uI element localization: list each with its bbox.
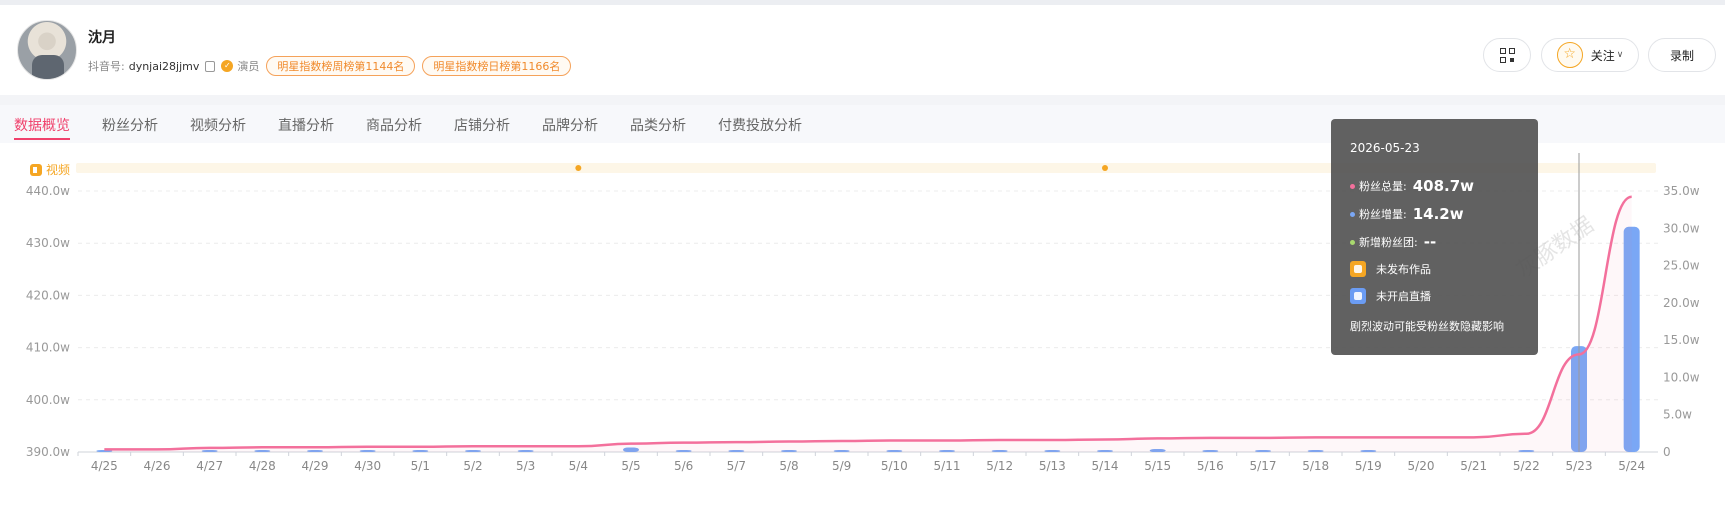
- x-tick-label: 4/27: [196, 459, 223, 473]
- tooltip-note: 剧烈波动可能受粉丝数隐藏影响: [1350, 320, 1504, 333]
- x-tick-label: 5/5: [621, 459, 640, 473]
- video-icon: [1350, 261, 1366, 277]
- y-left-tick-label: 410.0w: [26, 341, 70, 355]
- x-tick-label: 5/7: [727, 459, 746, 473]
- x-tick-label: 4/29: [302, 459, 329, 473]
- x-tick-label: 5/13: [1039, 459, 1066, 473]
- y-right-tick-label: 20.0w: [1663, 296, 1700, 310]
- x-tick-label: 5/3: [516, 459, 535, 473]
- x-tick-label: 5/1: [411, 459, 430, 473]
- x-tick-label: 5/9: [832, 459, 851, 473]
- tooltip-increase-row: 粉丝增量: 14.2w: [1350, 205, 1464, 223]
- x-tick-label: 5/12: [986, 459, 1013, 473]
- y-left-tick-label: 420.0w: [26, 288, 70, 302]
- x-tick-label: 5/2: [463, 459, 482, 473]
- x-tick-label: 5/11: [934, 459, 961, 473]
- y-left-tick-label: 440.0w: [26, 184, 70, 198]
- x-tick-label: 4/30: [354, 459, 381, 473]
- x-tick-label: 5/16: [1197, 459, 1224, 473]
- tooltip-no-live-row: 未开启直播: [1350, 288, 1431, 304]
- x-tick-label: 5/18: [1302, 459, 1329, 473]
- tooltip-club-value: --: [1423, 233, 1437, 251]
- y-left-tick-label: 400.0w: [26, 393, 70, 407]
- x-tick-label: 5/23: [1566, 459, 1593, 473]
- tooltip-total-row: 粉丝总量: 408.7w: [1350, 177, 1474, 195]
- chart-tooltip: 2026-05-23 粉丝总量: 408.7w 粉丝增量: 14.2w 新增粉丝…: [1331, 119, 1538, 355]
- y-right-tick-label: 10.0w: [1663, 370, 1700, 384]
- y-left-tick-label: 430.0w: [26, 236, 70, 250]
- total-dot: [1350, 183, 1355, 189]
- x-tick-label: 4/28: [249, 459, 276, 473]
- x-tick-label: 5/21: [1460, 459, 1487, 473]
- tooltip-no-video-row: 未发布作品: [1350, 261, 1431, 277]
- x-tick-label: 4/25: [91, 459, 118, 473]
- x-tick-label: 5/6: [674, 459, 693, 473]
- x-tick-label: 5/8: [779, 459, 798, 473]
- x-tick-label: 5/10: [881, 459, 908, 473]
- video-marker: [1102, 165, 1108, 171]
- x-tick-label: 5/24: [1618, 459, 1645, 473]
- x-tick-label: 5/14: [1092, 459, 1119, 473]
- tooltip-total-value: 408.7w: [1412, 177, 1475, 195]
- video-marker: [575, 165, 582, 171]
- live-icon: [1350, 288, 1366, 304]
- tooltip-increase-value: 14.2w: [1412, 205, 1464, 223]
- x-tick-label: 4/26: [144, 459, 171, 473]
- increase-dot: [1350, 211, 1355, 217]
- x-tick-label: 5/15: [1144, 459, 1171, 473]
- y-right-tick-label: 35.0w: [1663, 184, 1700, 198]
- tooltip-date: 2026-05-23: [1350, 141, 1420, 155]
- x-tick-label: 5/17: [1250, 459, 1277, 473]
- x-tick-label: 5/20: [1408, 459, 1435, 473]
- y-right-tick-label: 15.0w: [1663, 333, 1700, 347]
- y-right-tick-label: 25.0w: [1663, 259, 1700, 273]
- x-tick-label: 5/4: [569, 459, 588, 473]
- club-dot: [1350, 239, 1355, 245]
- x-tick-label: 5/22: [1513, 459, 1540, 473]
- x-tick-label: 5/19: [1355, 459, 1382, 473]
- y-left-tick-label: 390.0w: [26, 445, 70, 459]
- y-right-tick-label: 30.0w: [1663, 221, 1700, 235]
- tooltip-club-row: 新增粉丝团: --: [1350, 233, 1436, 251]
- y-right-tick-label: 0: [1663, 445, 1671, 459]
- y-right-tick-label: 5.0w: [1663, 408, 1692, 422]
